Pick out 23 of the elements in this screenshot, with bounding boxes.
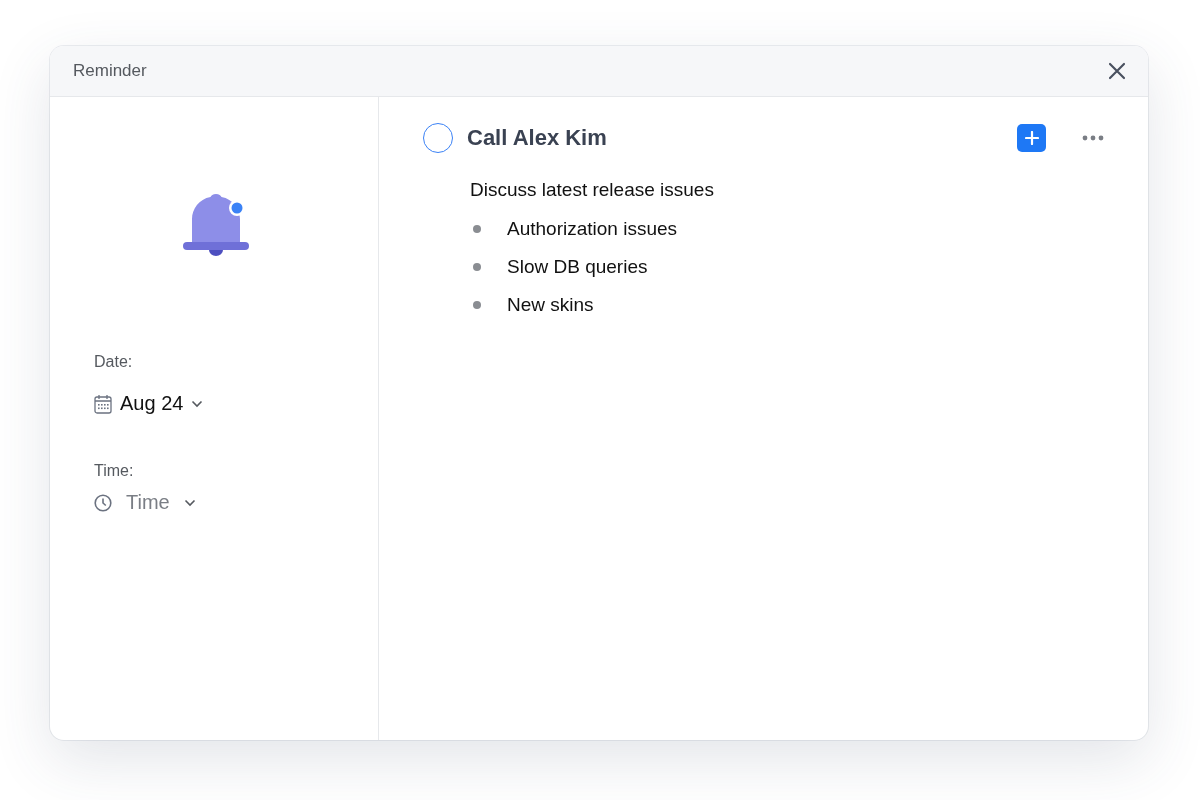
calendar-icon	[94, 393, 112, 414]
bell-icon	[183, 194, 249, 256]
add-button[interactable]	[1017, 124, 1046, 152]
task-title: Call Alex Kim	[467, 125, 608, 151]
date-picker[interactable]: Aug 24	[94, 392, 204, 415]
date-label: Date:	[94, 353, 134, 371]
chevron-down-icon	[191, 399, 204, 408]
list-item: New skins	[507, 294, 594, 316]
chevron-down-icon	[183, 498, 196, 507]
list-item: Authorization issues	[507, 218, 678, 240]
bullet-icon	[473, 301, 481, 309]
time-label: Time:	[94, 462, 135, 480]
window-title: Reminder	[73, 61, 147, 81]
close-icon[interactable]	[1108, 62, 1126, 80]
bullet-icon	[473, 225, 481, 233]
bullet-icon	[473, 263, 481, 271]
more-icon[interactable]	[1082, 135, 1104, 141]
task-description: Discuss latest release issues	[470, 179, 715, 201]
clock-icon	[94, 493, 112, 512]
complete-checkbox[interactable]	[423, 123, 453, 153]
plus-icon	[1024, 131, 1039, 145]
time-picker[interactable]: Time	[94, 491, 196, 514]
list-item: Slow DB queries	[507, 256, 648, 278]
